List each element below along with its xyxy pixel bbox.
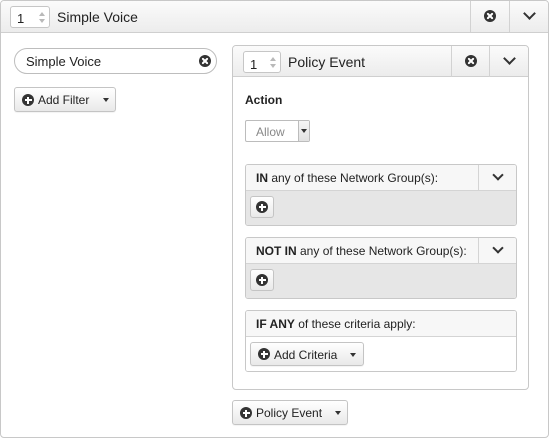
not-in-network-groups: NOT IN any of these Network Group(s): bbox=[245, 237, 517, 299]
in-keyword: IN bbox=[256, 171, 268, 185]
in-network-groups: IN any of these Network Group(s): bbox=[245, 164, 517, 226]
caret-down-icon bbox=[103, 98, 109, 102]
in-text: any of these Network Group(s): bbox=[268, 171, 439, 185]
clear-search-icon[interactable] bbox=[199, 55, 211, 67]
stepper-up-icon[interactable] bbox=[270, 57, 276, 61]
rule-header: 1 Simple Voice bbox=[1, 1, 548, 33]
chevron-down-icon bbox=[492, 169, 504, 181]
not-in-network-groups-toggle[interactable] bbox=[478, 238, 516, 264]
policy-event-order-stepper[interactable]: 1 bbox=[243, 51, 281, 73]
rule-order-value: 1 bbox=[17, 11, 25, 26]
criteria-body: Add Criteria bbox=[246, 337, 516, 371]
plus-circle-icon bbox=[22, 94, 34, 106]
policy-event-collapse-button[interactable] bbox=[489, 46, 528, 77]
plus-circle-icon bbox=[258, 348, 270, 360]
add-policy-event-label: Policy Event bbox=[256, 406, 323, 420]
in-network-groups-header: IN any of these Network Group(s): bbox=[246, 165, 516, 191]
filter-search-input[interactable] bbox=[26, 53, 191, 69]
circle-x-icon bbox=[484, 10, 496, 22]
not-in-text: any of these Network Group(s): bbox=[296, 244, 467, 258]
rule-remove-button[interactable] bbox=[470, 1, 508, 32]
criteria-keyword: IF ANY bbox=[256, 317, 295, 331]
rule-order-stepper[interactable]: 1 bbox=[10, 6, 50, 28]
not-in-network-groups-title: NOT IN any of these Network Group(s): bbox=[256, 244, 467, 258]
policy-event-title: Policy Event bbox=[288, 54, 366, 70]
action-label: Action bbox=[245, 93, 283, 107]
policy-event-header: 1 Policy Event bbox=[233, 46, 528, 77]
add-not-in-network-group-button[interactable] bbox=[250, 269, 274, 291]
add-criteria-button[interactable]: Add Criteria bbox=[250, 342, 364, 366]
chevron-down-icon bbox=[492, 242, 504, 254]
add-filter-label: Add Filter bbox=[38, 93, 90, 107]
stepper-down-icon[interactable] bbox=[39, 19, 45, 23]
add-filter-button[interactable]: Add Filter bbox=[14, 87, 116, 112]
not-in-network-groups-header: NOT IN any of these Network Group(s): bbox=[246, 238, 516, 264]
caret-down-icon bbox=[301, 129, 307, 133]
not-in-keyword: NOT IN bbox=[256, 244, 297, 258]
stepper-down-icon[interactable] bbox=[270, 64, 276, 68]
caret-down-icon bbox=[335, 411, 341, 415]
in-network-groups-body bbox=[246, 191, 516, 225]
plus-circle-icon bbox=[256, 201, 268, 213]
stepper-up-icon[interactable] bbox=[39, 12, 45, 16]
not-in-network-groups-body bbox=[246, 264, 516, 298]
select-handle bbox=[298, 121, 309, 141]
circle-x-icon bbox=[465, 55, 477, 67]
add-criteria-label: Add Criteria bbox=[274, 348, 338, 362]
chevron-down-icon bbox=[523, 7, 536, 20]
policy-event-panel: 1 Policy Event Action Allow IN any of th… bbox=[232, 45, 529, 390]
add-in-network-group-button[interactable] bbox=[250, 196, 274, 218]
caret-down-icon bbox=[350, 353, 356, 357]
action-select[interactable]: Allow bbox=[245, 120, 310, 142]
plus-circle-icon bbox=[256, 274, 268, 286]
criteria-group: IF ANY of these criteria apply: Add Crit… bbox=[245, 310, 517, 372]
add-policy-event-button[interactable]: Policy Event bbox=[232, 400, 348, 425]
policy-event-order-value: 1 bbox=[250, 57, 258, 72]
policy-event-remove-button[interactable] bbox=[451, 46, 489, 77]
in-network-groups-toggle[interactable] bbox=[478, 165, 516, 191]
criteria-text: of these criteria apply: bbox=[294, 317, 416, 331]
rule-collapse-button[interactable] bbox=[509, 1, 548, 32]
rule-card: 1 Simple Voice Add Filter 1 Policy Event bbox=[0, 0, 549, 438]
plus-circle-icon bbox=[240, 407, 252, 419]
rule-title: Simple Voice bbox=[57, 9, 138, 25]
criteria-header: IF ANY of these criteria apply: bbox=[246, 311, 516, 337]
filter-search bbox=[14, 48, 217, 74]
chevron-down-icon bbox=[503, 52, 516, 65]
action-select-value: Allow bbox=[256, 125, 285, 139]
criteria-title: IF ANY of these criteria apply: bbox=[256, 317, 416, 331]
in-network-groups-title: IN any of these Network Group(s): bbox=[256, 171, 438, 185]
